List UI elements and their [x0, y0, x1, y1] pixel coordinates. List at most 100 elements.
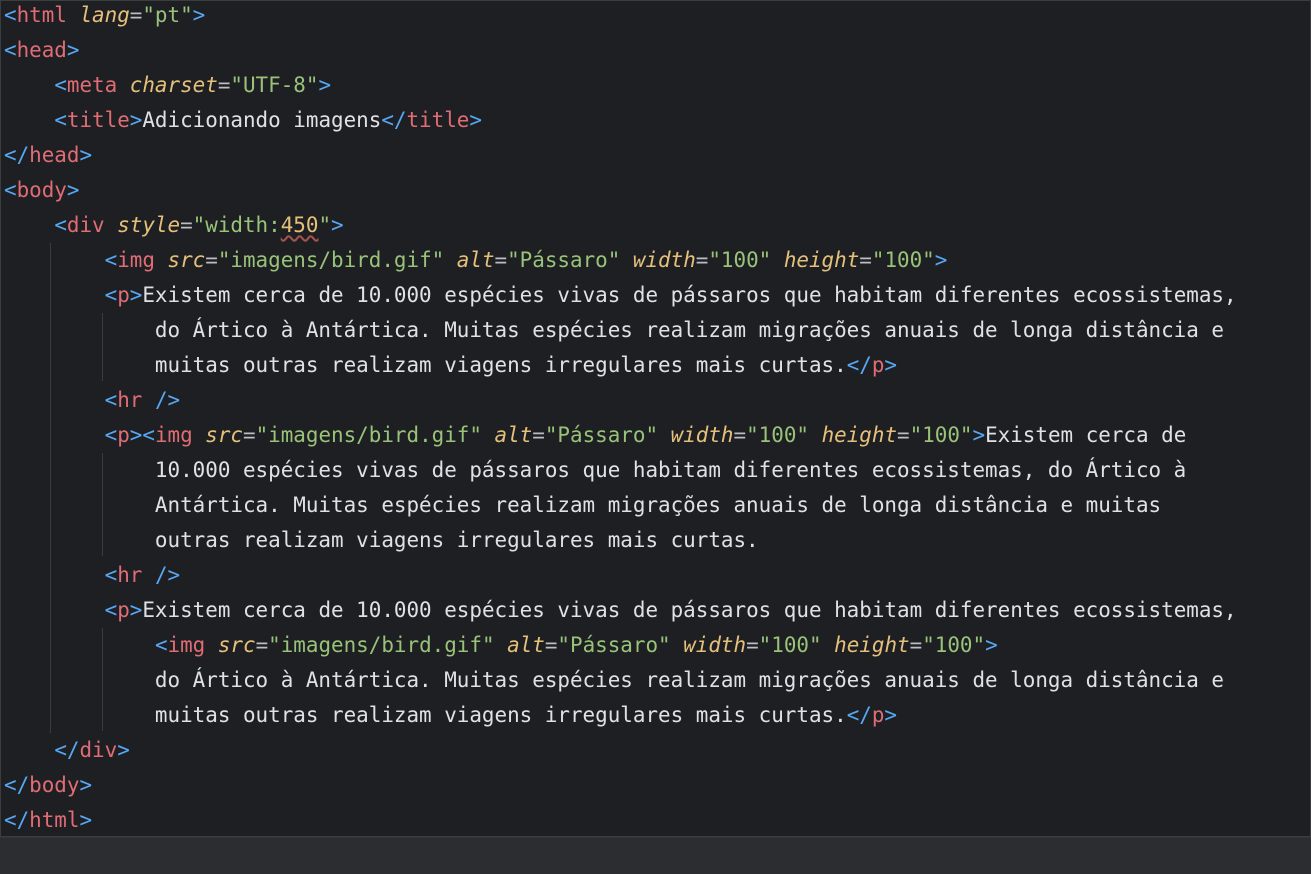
code-attribute-value: "100"	[758, 633, 822, 657]
code-operator	[205, 633, 218, 657]
code-line[interactable]: <head>	[4, 33, 79, 68]
code-operator	[67, 3, 80, 27]
code-operator	[105, 213, 118, 237]
code-line[interactable]: </head>	[4, 138, 92, 173]
code-number: 450	[280, 213, 319, 237]
code-attribute-value: "	[318, 213, 332, 237]
code-punctuation: <	[54, 213, 67, 237]
code-line[interactable]: do Ártico à Antártica. Muitas espécies r…	[4, 313, 1224, 348]
code-tag-name: meta	[66, 73, 118, 97]
code-line[interactable]: 10.000 espécies vivas de pássaros que ha…	[4, 453, 1186, 488]
code-operator: =	[217, 73, 231, 97]
code-punctuation: >	[66, 178, 80, 202]
code-line[interactable]: Antártica. Muitas espécies realizam migr…	[4, 488, 1161, 523]
code-attribute-name: width	[670, 423, 734, 447]
code-line[interactable]: <hr />	[4, 383, 180, 418]
code-punctuation: />	[154, 388, 181, 412]
code-attribute-value: "Pássaro"	[507, 248, 621, 272]
code-text: Existem cerca de 10.000 espécies vivas d…	[142, 283, 1237, 307]
code-line[interactable]: </body>	[4, 768, 92, 803]
code-tag-name: body	[29, 773, 80, 797]
code-text: muitas outras realizam viagens irregular…	[4, 703, 847, 727]
code-line[interactable]: <title>Adicionando imagens</title>	[4, 103, 482, 138]
code-operator	[444, 248, 457, 272]
code-attribute-value: "100"	[922, 633, 986, 657]
code-operator	[4, 563, 105, 587]
code-attribute-value: "Pássaro"	[557, 633, 671, 657]
code-line[interactable]: <html lang="pt">	[4, 0, 205, 33]
code-operator: =	[205, 248, 218, 272]
code-line[interactable]: <img src="imagens/bird.gif" alt="Pássaro…	[4, 628, 998, 663]
code-punctuation: </	[846, 703, 872, 727]
code-punctuation: >	[129, 598, 143, 622]
code-attribute-name: height	[834, 633, 910, 657]
code-operator	[658, 423, 671, 447]
code-punctuation: </	[4, 808, 30, 832]
code-operator	[809, 423, 822, 447]
code-text: muitas outras realizam viagens irregular…	[4, 353, 847, 377]
code-attribute-value: "pt"	[142, 3, 193, 27]
code-operator: =	[897, 423, 910, 447]
code-line[interactable]: do Ártico à Antártica. Muitas espécies r…	[4, 663, 1224, 698]
code-tag-name: body	[16, 178, 67, 202]
code-punctuation: </	[4, 773, 30, 797]
code-text: do Ártico à Antártica. Muitas espécies r…	[4, 318, 1224, 342]
code-operator	[4, 598, 105, 622]
code-operator: =	[733, 423, 747, 447]
code-editor[interactable]: <html lang="pt"> <head> <meta charset="UT…	[0, 0, 1311, 874]
code-operator: =	[129, 3, 143, 27]
code-attribute-name: width	[683, 633, 747, 657]
code-line[interactable]: <body>	[4, 173, 79, 208]
code-line[interactable]: </div>	[4, 733, 129, 768]
code-tag-name: p	[871, 703, 885, 727]
code-attribute-value: "100"	[909, 423, 973, 447]
code-line[interactable]: muitas outras realizam viagens irregular…	[4, 698, 897, 733]
code-line[interactable]: muitas outras realizam viagens irregular…	[4, 348, 897, 383]
code-operator	[4, 213, 54, 237]
code-punctuation: >	[79, 808, 93, 832]
code-tag-name: p	[117, 423, 130, 447]
code-attribute-name: src	[217, 633, 256, 657]
code-punctuation: >	[985, 633, 998, 657]
code-punctuation: <	[104, 598, 118, 622]
code-punctuation: <	[4, 3, 17, 27]
code-line[interactable]: <p>Existem cerca de 10.000 espécies viva…	[4, 278, 1237, 313]
code-tag-name: html	[29, 808, 80, 832]
code-operator: =	[242, 423, 256, 447]
code-attribute-name: src	[205, 423, 243, 447]
code-tag-name: hr	[117, 563, 143, 587]
code-tag-name: div	[79, 738, 118, 762]
code-punctuation: >	[66, 38, 80, 62]
code-line[interactable]: <img src="imagens/bird.gif" alt="Pássaro…	[4, 243, 948, 278]
code-operator: =	[180, 213, 193, 237]
code-operator	[822, 633, 835, 657]
code-punctuation: </	[381, 108, 407, 132]
code-attribute-name: src	[167, 248, 206, 272]
code-punctuation: />	[154, 563, 181, 587]
code-operator: =	[544, 633, 558, 657]
code-operator: =	[255, 633, 269, 657]
code-attribute-value: "imagens/bird.gif"	[217, 248, 445, 272]
code-line[interactable]: </html>	[4, 803, 92, 838]
code-attribute-name: lang	[79, 3, 130, 27]
code-operator	[771, 248, 784, 272]
code-operator: =	[494, 248, 508, 272]
code-text: Adicionando imagens	[142, 108, 382, 132]
code-punctuation: </	[54, 738, 80, 762]
code-line[interactable]: <div style="width:450">	[4, 208, 343, 243]
code-operator	[4, 108, 54, 132]
code-punctuation: >	[884, 703, 897, 727]
code-line[interactable]: <p><img src="imagens/bird.gif" alt="Páss…	[4, 418, 1187, 453]
code-punctuation: >	[129, 108, 143, 132]
code-attribute-name: alt	[456, 248, 495, 272]
code-text: outras realizam viagens irregulares mais…	[4, 528, 759, 552]
code-line[interactable]: <hr />	[4, 558, 180, 593]
code-line[interactable]: outras realizam viagens irregulares mais…	[4, 523, 759, 558]
code-line[interactable]: <p>Existem cerca de 10.000 espécies viva…	[4, 593, 1237, 628]
code-line[interactable]: <meta charset="UTF-8">	[4, 68, 331, 103]
editor-bottom-bar	[0, 837, 1311, 874]
code-punctuation: <	[4, 38, 17, 62]
code-operator	[495, 633, 508, 657]
code-operator	[620, 248, 633, 272]
code-tag-name: img	[167, 633, 206, 657]
